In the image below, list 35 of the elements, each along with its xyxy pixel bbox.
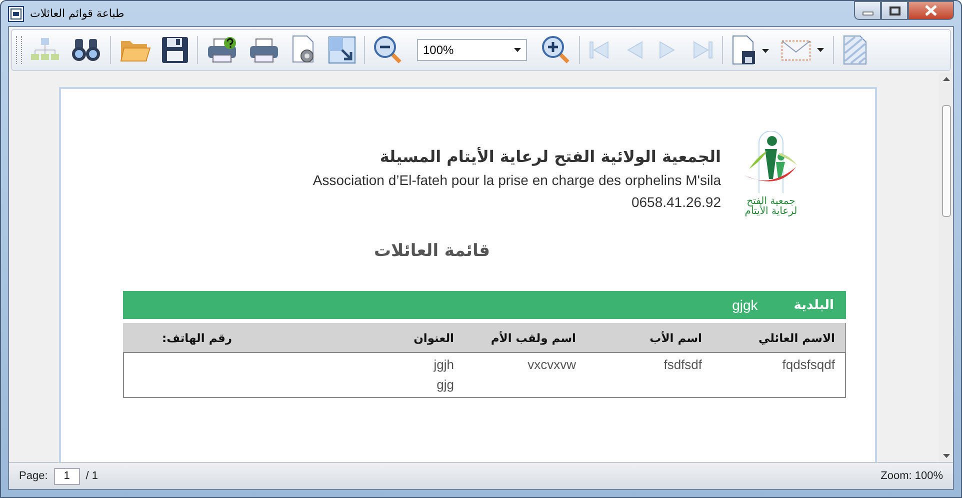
organization-name: الجمعية الولائية الفتح لرعاية الأيتام المسيلة bbox=[380, 147, 721, 166]
dropdown-arrow-icon bbox=[514, 48, 521, 52]
report-title: قائمة العائلات bbox=[372, 241, 492, 261]
page-number-field[interactable]: 1 bbox=[54, 468, 80, 484]
close-icon bbox=[924, 5, 938, 16]
column-header: رقم الهاتف: bbox=[161, 330, 233, 344]
scroll-up-icon[interactable] bbox=[942, 77, 950, 81]
zoom-dropdown[interactable]: 100% bbox=[417, 39, 527, 61]
scale-button[interactable] bbox=[326, 36, 358, 64]
table-cell-text: fqdsfsqdf bbox=[781, 356, 836, 374]
organization-name-french: Association d’El-fateh pour la prise en charge des orphelins M'sila bbox=[312, 172, 721, 188]
scrollbar-thumb[interactable] bbox=[942, 105, 950, 217]
window-title: طباعة قوائم العائلات bbox=[30, 7, 124, 20]
mail-button[interactable] bbox=[779, 38, 827, 62]
page-label: Page: bbox=[19, 470, 48, 482]
table-cell-text: jgjh gjg bbox=[432, 356, 455, 394]
group-value: gjgk bbox=[732, 297, 758, 313]
maximize-button[interactable] bbox=[881, 1, 908, 20]
scroll-down-icon[interactable] bbox=[942, 454, 950, 458]
close-button[interactable] bbox=[908, 1, 954, 20]
app-icon bbox=[8, 6, 24, 22]
group-label: البلدية bbox=[794, 298, 834, 312]
zoom-level: Zoom: 100% bbox=[880, 470, 943, 482]
column-header: اسم الأب bbox=[648, 330, 703, 344]
column-header: اسم ولقب الأم bbox=[490, 330, 577, 344]
maximize-icon bbox=[888, 6, 900, 16]
minimize-button[interactable] bbox=[854, 1, 881, 20]
save-button[interactable] bbox=[159, 36, 191, 64]
column-header: الاسم العائلي bbox=[757, 330, 836, 344]
page-total: / 1 bbox=[86, 470, 98, 482]
phone-number: 0658.41.26.92 bbox=[631, 194, 721, 210]
column-header: العنوان bbox=[412, 330, 455, 344]
logo-caption: جمعية الفتح لرعاية الأيتام bbox=[744, 197, 798, 217]
table-cell-text: fsdfsdf bbox=[662, 356, 703, 374]
table-cell-text: vxcvxvw bbox=[526, 356, 577, 374]
